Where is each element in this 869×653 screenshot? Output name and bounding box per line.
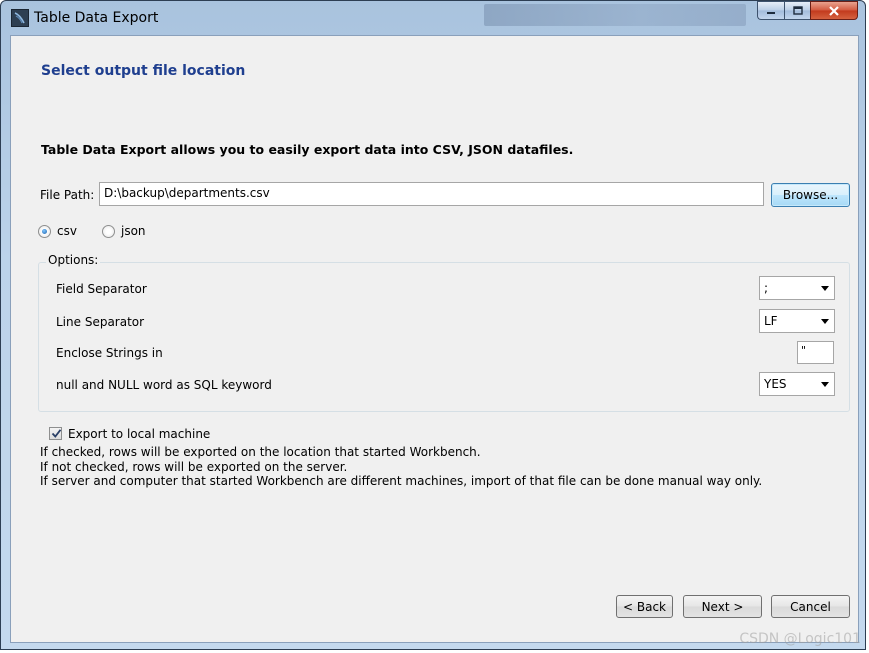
checkmark-icon [51,429,62,438]
chevron-down-icon [821,286,829,291]
page-title: Select output file location [41,63,246,79]
minimize-icon [767,11,775,14]
radio-json[interactable] [102,225,115,238]
header-band [11,36,858,126]
watermark: CSDN @Logic101 [739,631,861,647]
export-note-2: If not checked, rows will be exported on… [40,460,348,474]
field-separator-select[interactable]: ; [759,276,835,300]
radio-json-label[interactable]: json [121,224,146,238]
dialog-content: Select output file location Table Data E… [10,35,859,643]
enclose-strings-label: Enclose Strings in [56,346,163,360]
app-icon [11,9,29,27]
null-keyword-value: YES [764,377,787,391]
file-path-label: File Path: [40,188,95,202]
minimize-button[interactable] [757,1,784,20]
line-separator-select[interactable]: LF [759,309,835,333]
chevron-down-icon [821,382,829,387]
enclose-strings-input[interactable]: " [797,341,834,364]
close-button[interactable] [810,1,858,20]
export-local-checkbox[interactable] [49,427,62,440]
back-button[interactable]: < Back [616,595,673,618]
background-window-blur [484,4,746,26]
radio-csv-label[interactable]: csv [57,224,77,238]
title-bar[interactable]: Table Data Export [1,1,865,35]
field-separator-value: ; [764,281,769,295]
null-keyword-label: null and NULL word as SQL keyword [56,378,272,392]
radio-csv[interactable] [38,225,51,238]
field-separator-label: Field Separator [56,282,147,296]
maximize-button[interactable] [784,1,810,20]
page-description: Table Data Export allows you to easily e… [41,142,574,157]
export-note-3: If server and computer that started Work… [40,474,763,488]
null-keyword-select[interactable]: YES [759,372,835,396]
export-local-label[interactable]: Export to local machine [68,427,210,441]
chevron-down-icon [821,319,829,324]
dialog-window: Table Data Export Select output file loc… [0,0,866,650]
next-button[interactable]: Next > [683,595,762,618]
window-title: Table Data Export [34,10,159,26]
browse-button[interactable]: Browse... [771,183,850,207]
file-path-input[interactable]: D:\backup\departments.csv [99,182,764,206]
close-icon [829,5,839,16]
line-separator-label: Line Separator [56,315,145,329]
options-group-title: Options: [46,253,101,267]
line-separator-value: LF [764,314,778,328]
cancel-button[interactable]: Cancel [771,595,850,618]
caption-buttons [757,1,858,21]
maximize-icon [792,6,803,15]
export-note-1: If checked, rows will be exported on the… [40,445,481,459]
